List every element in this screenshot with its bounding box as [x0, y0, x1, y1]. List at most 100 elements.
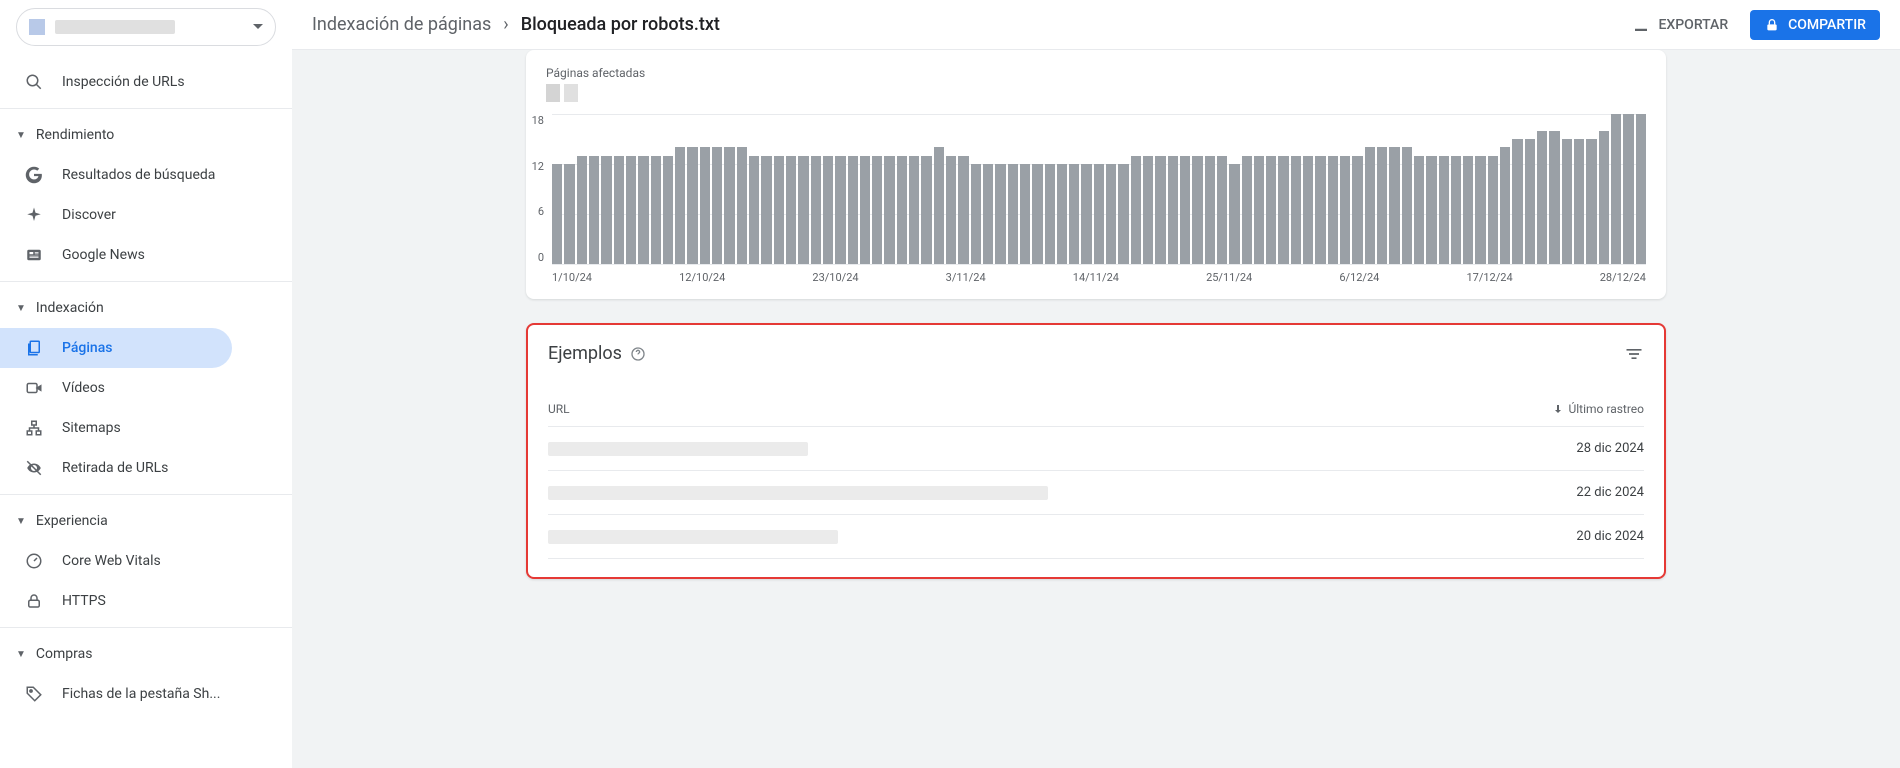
- chart-bar[interactable]: [1020, 164, 1030, 264]
- chart-bar[interactable]: [1008, 164, 1018, 264]
- chart-bar[interactable]: [1549, 131, 1559, 264]
- col-date[interactable]: Último rastreo: [1552, 402, 1644, 416]
- chart-bar[interactable]: [1488, 156, 1498, 264]
- chart-bar[interactable]: [1365, 147, 1375, 264]
- chart-bar[interactable]: [884, 156, 894, 264]
- chart-bar[interactable]: [811, 156, 821, 264]
- nav-discover[interactable]: Discover: [0, 195, 292, 235]
- chart-bar[interactable]: [1439, 156, 1449, 264]
- chart-bar[interactable]: [1254, 156, 1264, 264]
- chart-bar[interactable]: [1094, 164, 1104, 264]
- chart-bar[interactable]: [1463, 156, 1473, 264]
- chart-bar[interactable]: [1599, 131, 1609, 264]
- nav-inspect-urls[interactable]: Inspección de URLs: [0, 62, 292, 102]
- nav-retirada-urls[interactable]: Retirada de URLs: [0, 448, 292, 488]
- chart-bar[interactable]: [1525, 139, 1535, 264]
- chart-bar[interactable]: [1291, 156, 1301, 264]
- chart-bar[interactable]: [552, 164, 562, 264]
- chart-bar[interactable]: [823, 156, 833, 264]
- chart-bar[interactable]: [872, 156, 882, 264]
- chart-bar[interactable]: [1512, 139, 1522, 264]
- chart-bar[interactable]: [1143, 156, 1153, 264]
- chart-bar[interactable]: [1242, 156, 1252, 264]
- table-row[interactable]: 22 dic 2024: [548, 471, 1644, 515]
- chart-bar[interactable]: [687, 147, 697, 264]
- chart-bar[interactable]: [897, 156, 907, 264]
- chart-bar[interactable]: [1389, 147, 1399, 264]
- chart-bar[interactable]: [1414, 156, 1424, 264]
- chart-bar[interactable]: [589, 156, 599, 264]
- chart-bar[interactable]: [1081, 164, 1091, 264]
- chart-bar[interactable]: [983, 164, 993, 264]
- chart-bar[interactable]: [1303, 156, 1313, 264]
- chart-bar[interactable]: [663, 156, 673, 264]
- chart-bar[interactable]: [1636, 114, 1646, 264]
- chart-bar[interactable]: [1340, 156, 1350, 264]
- nav-resultados-busqueda[interactable]: Resultados de búsqueda: [0, 155, 292, 195]
- export-button[interactable]: EXPORTAR: [1622, 10, 1738, 40]
- chart-bar[interactable]: [995, 164, 1005, 264]
- nav-section-rendimiento[interactable]: ▼ Rendimiento: [0, 115, 292, 155]
- chart-bar[interactable]: [1562, 139, 1572, 264]
- chart-bar[interactable]: [1106, 164, 1116, 264]
- chart-bar[interactable]: [761, 156, 771, 264]
- chart-bar[interactable]: [749, 156, 759, 264]
- chart-bar[interactable]: [1500, 147, 1510, 264]
- chart-bar[interactable]: [1537, 131, 1547, 264]
- filter-button[interactable]: [1624, 344, 1644, 364]
- chart-bar[interactable]: [1155, 156, 1165, 264]
- chart-bar[interactable]: [1118, 164, 1128, 264]
- chart-bar[interactable]: [958, 156, 968, 264]
- chart-bar[interactable]: [1586, 139, 1596, 264]
- chart-bar[interactable]: [1168, 156, 1178, 264]
- chart-bar[interactable]: [1328, 156, 1338, 264]
- table-row[interactable]: 28 dic 2024: [548, 427, 1644, 471]
- chart-bar[interactable]: [798, 156, 808, 264]
- chart-bar[interactable]: [946, 156, 956, 264]
- chart-bar[interactable]: [1451, 156, 1461, 264]
- nav-videos[interactable]: Vídeos: [0, 368, 292, 408]
- chart-bar[interactable]: [1057, 164, 1067, 264]
- chart-bar[interactable]: [909, 156, 919, 264]
- chart-bar[interactable]: [626, 156, 636, 264]
- chart-bar[interactable]: [786, 156, 796, 264]
- chart-bar[interactable]: [934, 147, 944, 264]
- chart-bar[interactable]: [1352, 156, 1362, 264]
- chart-bar[interactable]: [724, 147, 734, 264]
- chart-bar[interactable]: [564, 164, 574, 264]
- help-icon[interactable]: [630, 346, 646, 362]
- chart-bar[interactable]: [921, 156, 931, 264]
- table-row[interactable]: 20 dic 2024: [548, 515, 1644, 559]
- chart-bar[interactable]: [1426, 156, 1436, 264]
- chart-bar[interactable]: [651, 156, 661, 264]
- chart-bar[interactable]: [1623, 114, 1633, 264]
- chart-bar[interactable]: [1377, 147, 1387, 264]
- chart-bar[interactable]: [774, 156, 784, 264]
- chart-bar[interactable]: [1217, 156, 1227, 264]
- chart-bar[interactable]: [1315, 156, 1325, 264]
- nav-section-experiencia[interactable]: ▼ Experiencia: [0, 501, 292, 541]
- chart-bar[interactable]: [835, 156, 845, 264]
- chart-bar[interactable]: [848, 156, 858, 264]
- chart-bar[interactable]: [1192, 156, 1202, 264]
- chart-bar[interactable]: [1180, 156, 1190, 264]
- chart-bar[interactable]: [675, 147, 685, 264]
- col-url[interactable]: URL: [548, 402, 570, 416]
- nav-google-news[interactable]: Google News: [0, 235, 292, 275]
- nav-sitemaps[interactable]: Sitemaps: [0, 408, 292, 448]
- breadcrumb-parent[interactable]: Indexación de páginas: [312, 14, 491, 35]
- chart-bar[interactable]: [1045, 164, 1055, 264]
- nav-paginas[interactable]: Páginas: [0, 328, 232, 368]
- chart-bar[interactable]: [577, 156, 587, 264]
- nav-fichas[interactable]: Fichas de la pestaña Sh...: [0, 674, 292, 714]
- chart-bar[interactable]: [1574, 139, 1584, 264]
- chart-bar[interactable]: [1611, 114, 1621, 264]
- chart-bar[interactable]: [1069, 164, 1079, 264]
- nav-section-compras[interactable]: ▼ Compras: [0, 634, 292, 674]
- nav-core-web-vitals[interactable]: Core Web Vitals: [0, 541, 292, 581]
- chart-bar[interactable]: [1131, 156, 1141, 264]
- chart-bar[interactable]: [860, 156, 870, 264]
- chart-bar[interactable]: [601, 156, 611, 264]
- chart-bar[interactable]: [638, 156, 648, 264]
- chart-bar[interactable]: [614, 156, 624, 264]
